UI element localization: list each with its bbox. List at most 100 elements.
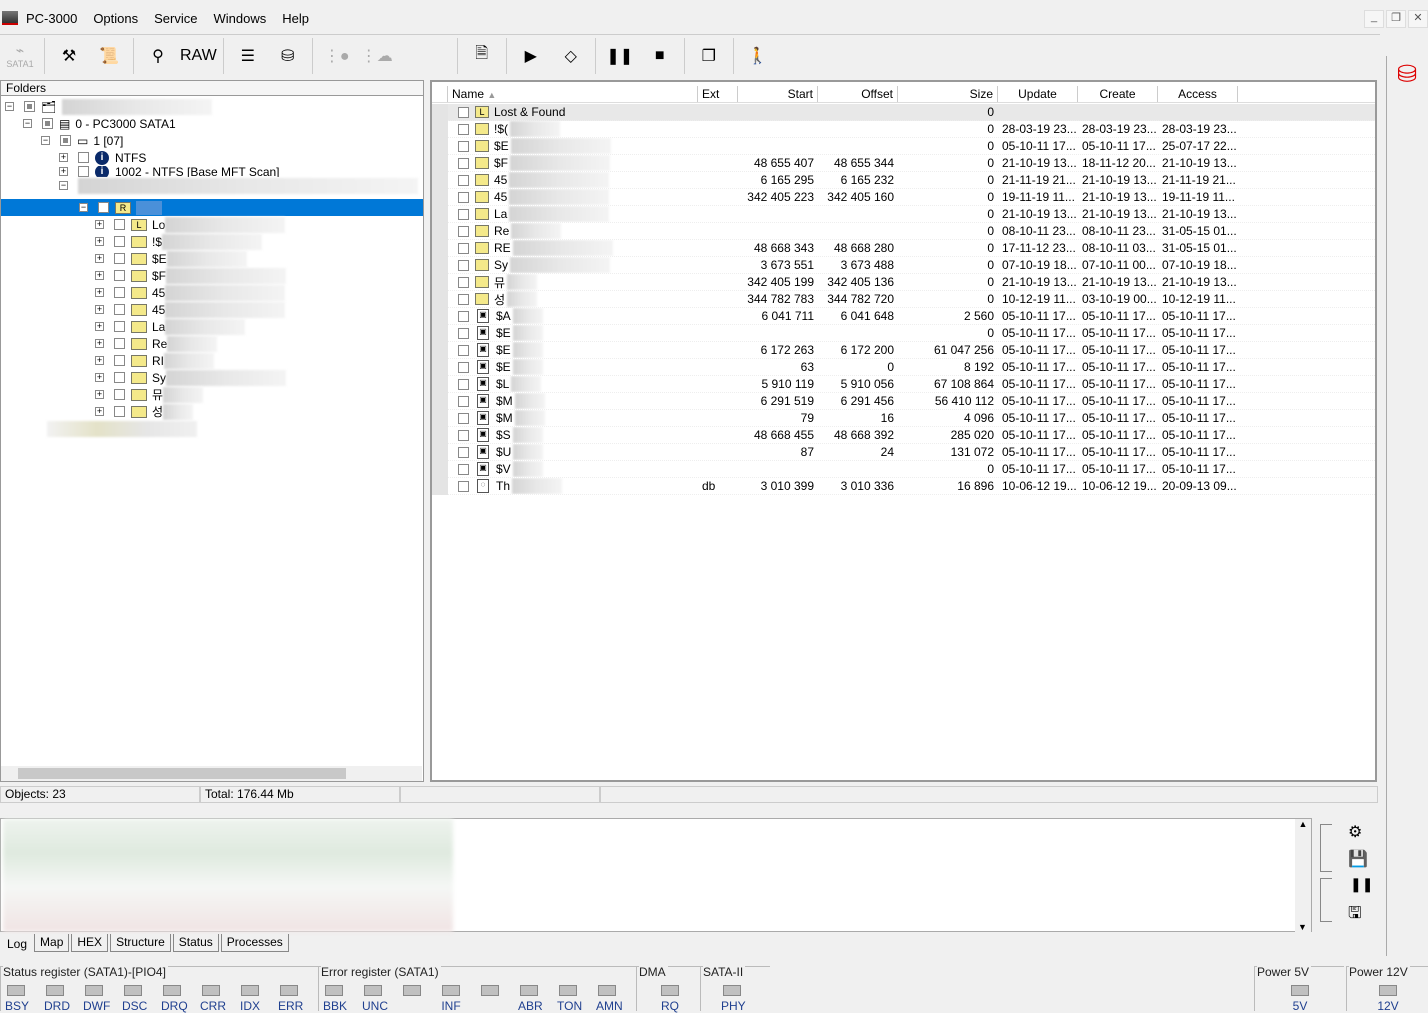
scroll-up-icon[interactable]: ▲ <box>1295 819 1311 829</box>
windows-button[interactable]: ❐ <box>691 38 727 74</box>
checkbox[interactable] <box>114 270 125 281</box>
stop-button[interactable]: ■ <box>642 38 678 74</box>
table-row[interactable]: RE 48 668 343 48 668 280 0 17-11-12 23... 08-… <box>432 239 1375 257</box>
tree-node-folder[interactable]: + 뮤 <box>95 386 204 403</box>
scroll-thumb[interactable] <box>18 768 346 779</box>
tree-node-device[interactable]: − ▤ 0 - PC3000 SATA1 <box>23 115 176 132</box>
search-button[interactable]: ⚲ <box>140 38 176 74</box>
tree-node-ntfs[interactable]: + i NTFS <box>59 149 146 166</box>
collapse-icon[interactable]: − <box>23 119 32 128</box>
checkbox[interactable] <box>114 355 125 366</box>
checkbox[interactable] <box>114 253 125 264</box>
tools-button[interactable]: ⚒ <box>51 38 87 74</box>
table-row[interactable]: L Lost & Found 0 <box>432 103 1375 121</box>
checkbox[interactable] <box>114 236 125 247</box>
tree-node-folder[interactable]: + $E <box>95 250 247 267</box>
pause-icon[interactable]: ❚❚ <box>1350 876 1373 893</box>
checkbox[interactable] <box>458 276 469 288</box>
col-offset[interactable]: Offset <box>818 86 898 102</box>
pause-button[interactable]: ❚❚ <box>602 38 638 74</box>
col-name[interactable]: Name ▲ <box>448 86 698 102</box>
checkbox[interactable] <box>24 101 35 112</box>
table-row[interactable]: ▣ $M 79 16 4 096 05-10-11 17... 05-10-11 17...… <box>432 409 1375 427</box>
collapse-icon[interactable]: − <box>79 203 88 212</box>
checkbox[interactable] <box>458 361 469 373</box>
expand-icon[interactable]: + <box>95 356 104 365</box>
checkbox[interactable] <box>458 327 469 339</box>
checkbox[interactable] <box>78 152 89 163</box>
tree-cloud-button[interactable]: ⋮☁ <box>359 38 395 74</box>
checkbox[interactable] <box>78 166 89 177</box>
collapse-icon[interactable]: − <box>41 136 50 145</box>
col-create[interactable]: Create <box>1078 86 1158 102</box>
expand-icon[interactable]: + <box>95 288 104 297</box>
sata-port-button[interactable]: ⌁ SATA1 <box>2 38 38 74</box>
tree-node-folder[interactable]: + La <box>95 318 246 335</box>
tree-node-folder[interactable]: + 성 <box>95 403 194 420</box>
expand-icon[interactable]: + <box>95 271 104 280</box>
table-row[interactable]: ▣ $S 48 668 455 48 668 392 285 020 05-10-11 1… <box>432 426 1375 444</box>
db-filter-button[interactable]: ⛁ <box>270 38 306 74</box>
menu-help[interactable]: Help <box>274 11 317 26</box>
collapse-icon[interactable]: − <box>5 102 14 111</box>
expand-icon[interactable]: + <box>95 322 104 331</box>
checkbox[interactable] <box>458 242 469 254</box>
tab-processes[interactable]: Processes <box>220 934 289 952</box>
table-row[interactable]: !$(0 28-03-19 23... 28-03-19 23... 28-03-19… <box>432 120 1375 138</box>
table-row[interactable]: 45 6 165 295 6 165 232 0 21-11-19 21... 21-10… <box>432 171 1375 189</box>
checkbox[interactable] <box>458 123 469 135</box>
checkbox[interactable] <box>114 389 125 400</box>
exit-button[interactable]: 🚶 <box>740 38 776 74</box>
horizontal-scrollbar[interactable] <box>1 766 422 781</box>
tab-map[interactable]: Map <box>34 934 70 952</box>
tree-node-blurred[interactable]: − <box>59 177 423 194</box>
menu-options[interactable]: Options <box>85 11 146 26</box>
doc-check-button[interactable]: 🗎 <box>464 38 500 74</box>
table-row[interactable]: $E 0 05-10-11 17... 05-10-11 17... 25-07-17 … <box>432 137 1375 155</box>
checkbox[interactable] <box>114 372 125 383</box>
table-row[interactable]: Re 0 08-10-11 23... 08-10-11 23... 31-05-15 … <box>432 222 1375 240</box>
save-icon[interactable]: 💾 <box>1348 849 1368 869</box>
checkbox[interactable] <box>60 135 71 146</box>
checkbox[interactable] <box>458 191 469 203</box>
tree-node-folder[interactable]: + Re <box>95 335 218 352</box>
checkbox[interactable] <box>458 395 469 407</box>
checkbox[interactable] <box>458 208 469 220</box>
table-row[interactable]: Sy 3 673 551 3 673 488 0 07-10-19 18... 07-10… <box>432 256 1375 274</box>
checkbox[interactable] <box>458 293 469 305</box>
tab-log[interactable]: Log <box>2 934 33 952</box>
table-row[interactable]: ◌ Th db 3 010 399 3 010 336 16 896 10-06-12 19… <box>432 477 1375 495</box>
tree-node-partition[interactable]: − ▭ 1 [07] <box>41 132 123 149</box>
tree-button[interactable]: ⋮● <box>319 38 355 74</box>
scroll-down-icon[interactable]: ▼ <box>1298 922 1307 932</box>
info-button[interactable]: 📜 <box>91 38 127 74</box>
tree-node-folder[interactable]: + !$ <box>95 233 263 250</box>
col-access[interactable]: Access <box>1158 86 1238 102</box>
table-row[interactable]: ▣ $M 6 291 519 6 291 456 56 410 112 05-10-11 … <box>432 392 1375 410</box>
checkbox[interactable] <box>458 344 469 356</box>
table-row[interactable]: ▣ $U 87 24 131 072 05-10-11 17... 05-10-11 17.… <box>432 443 1375 461</box>
log-settings-button[interactable]: ⚙ <box>1348 822 1362 842</box>
table-row[interactable]: ▣ $E 6 172 263 6 172 200 61 047 256 05-10-11 … <box>432 341 1375 359</box>
close-button[interactable]: ✕ <box>1408 10 1428 28</box>
col-start[interactable]: Start <box>738 86 818 102</box>
tree-node-folder[interactable]: +45 <box>95 301 286 318</box>
filter-button[interactable]: ☰ <box>230 38 266 74</box>
tab-status[interactable]: Status <box>172 934 219 952</box>
checkbox[interactable] <box>458 378 469 390</box>
checkbox[interactable] <box>458 157 469 169</box>
checkbox[interactable] <box>458 259 469 271</box>
checkbox[interactable] <box>114 287 125 298</box>
menu-app[interactable]: PC-3000 <box>18 11 85 26</box>
menu-service[interactable]: Service <box>146 11 205 26</box>
checkbox[interactable] <box>114 219 125 230</box>
tree-node-root[interactable]: − 🗂 <box>5 98 213 115</box>
col-update[interactable]: Update <box>998 86 1078 102</box>
restore-button[interactable]: ❐ <box>1386 10 1406 28</box>
save-all-icon[interactable]: 🖫 <box>1348 902 1362 929</box>
checkbox[interactable] <box>98 202 109 213</box>
checkbox[interactable] <box>458 310 469 322</box>
table-row[interactable]: 성 344 782 783 344 782 720 0 10-12-19 11... 03… <box>432 290 1375 308</box>
checkbox[interactable] <box>114 304 125 315</box>
tree-node-folder[interactable]: + $F <box>95 267 287 284</box>
